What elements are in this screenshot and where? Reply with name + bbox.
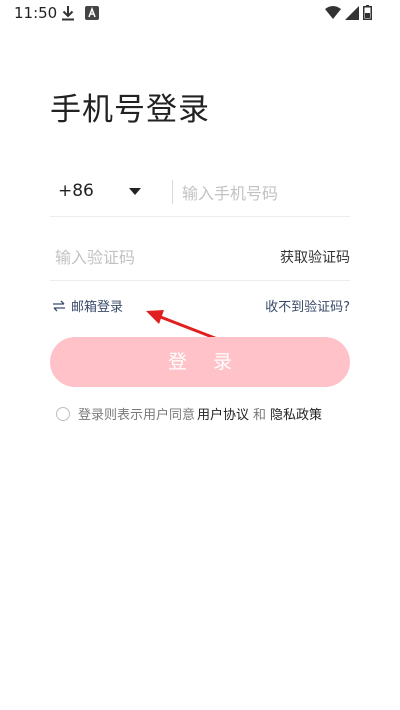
- status-bar: 11:50: [0, 0, 400, 28]
- download-icon: [62, 6, 74, 21]
- get-code-button[interactable]: 获取验证码: [280, 247, 350, 267]
- phone-row: +86: [50, 170, 350, 217]
- agreement-conjunction: 和: [253, 408, 267, 423]
- no-code-link[interactable]: 收不到验证码?: [265, 296, 350, 315]
- phone-number-input[interactable]: [182, 178, 342, 208]
- login-button[interactable]: 登 录: [50, 337, 350, 387]
- verification-code-input[interactable]: [55, 242, 235, 272]
- signal-icon: [345, 5, 359, 20]
- status-time: 11:50: [14, 4, 58, 22]
- privacy-policy-link[interactable]: 隐私政策: [270, 404, 322, 423]
- verification-code-row: 获取验证码: [50, 234, 350, 281]
- dropdown-arrow-icon: [129, 188, 141, 195]
- a-icon: [85, 6, 99, 20]
- email-login-link[interactable]: 邮箱登录: [52, 296, 123, 315]
- divider: [172, 180, 173, 204]
- status-icons: [325, 5, 372, 20]
- country-code-selector[interactable]: +86: [58, 181, 142, 201]
- user-agreement-link[interactable]: 用户协议: [197, 404, 249, 423]
- country-code-label: +86: [58, 181, 94, 201]
- email-login-label: 邮箱登录: [71, 300, 124, 315]
- page-title: 手机号登录: [50, 92, 210, 128]
- agreement-checkbox[interactable]: [56, 406, 70, 421]
- agreement-text: 登录则表示用户同意: [78, 408, 196, 423]
- swap-icon: [53, 300, 65, 311]
- wifi-icon: [325, 6, 341, 19]
- agreement: 登录则表示用户同意 用户协议 和 隐私政策: [56, 404, 322, 423]
- battery-icon: [363, 5, 372, 20]
